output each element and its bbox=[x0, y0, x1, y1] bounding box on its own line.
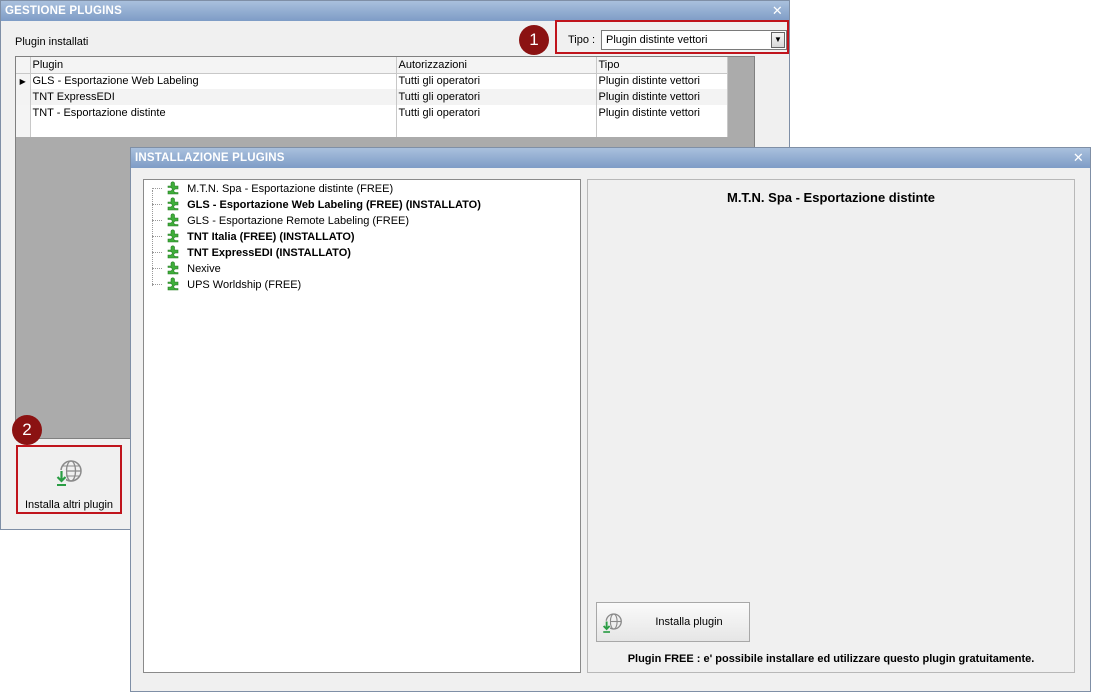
plugin-free-note: Plugin FREE : e' possibile installare ed… bbox=[627, 653, 1035, 665]
column-header-tipo[interactable]: Tipo bbox=[596, 57, 728, 74]
close-icon[interactable]: ✕ bbox=[1073, 148, 1084, 168]
callout-badge-1: 1 bbox=[519, 25, 549, 55]
install-plugin-label: Installa plugin bbox=[655, 616, 723, 628]
cell-empty bbox=[30, 121, 397, 137]
gestione-titlebar: GESTIONE PLUGINS ✕ bbox=[1, 1, 789, 21]
tree-item[interactable]: GLS - Esportazione Web Labeling (FREE) (… bbox=[152, 197, 481, 213]
cell-plugin: GLS - Esportazione Web Labeling bbox=[30, 73, 397, 89]
chevron-down-icon[interactable]: ▼ bbox=[771, 32, 785, 48]
tree-item-label: M.T.N. Spa - Esportazione distinte (FREE… bbox=[187, 183, 394, 195]
tree-item-label: GLS - Esportazione Remote Labeling (FREE… bbox=[187, 215, 410, 227]
tipo-filter-highlight: Tipo : Plugin distinte vettori ▼ bbox=[555, 20, 789, 54]
installazione-titlebar: INSTALLAZIONE PLUGINS ✕ bbox=[131, 148, 1090, 168]
puzzle-icon bbox=[167, 197, 179, 211]
cell-auth: Tutti gli operatori bbox=[396, 73, 597, 89]
plugins-table: Plugin Autorizzazioni Tipo ▶ GLS - Espor… bbox=[16, 57, 728, 137]
table-row[interactable]: ▶ GLS - Esportazione Web Labeling Tutti … bbox=[16, 73, 728, 89]
cell-auth: Tutti gli operatori bbox=[396, 89, 597, 105]
table-row[interactable]: TNT ExpressEDI Tutti gli operatori Plugi… bbox=[16, 89, 728, 105]
tree-item-label: GLS - Esportazione Web Labeling (FREE) (… bbox=[187, 199, 481, 211]
row-selector bbox=[16, 105, 31, 121]
new-row[interactable] bbox=[16, 121, 728, 137]
cell-plugin: TNT ExpressEDI bbox=[30, 89, 397, 105]
installazione-plugins-window: INSTALLAZIONE PLUGINS ✕ M.T.N. Spa - Esp… bbox=[130, 147, 1091, 692]
plugin-detail-title: M.T.N. Spa - Esportazione distinte bbox=[726, 190, 936, 205]
install-more-plugins-button[interactable]: Installa altri plugin bbox=[16, 445, 122, 514]
plugin-detail-panel: M.T.N. Spa - Esportazione distinte Insta… bbox=[587, 179, 1075, 673]
tree-item[interactable]: M.T.N. Spa - Esportazione distinte (FREE… bbox=[152, 181, 393, 197]
tipo-select[interactable]: Plugin distinte vettori ▼ bbox=[601, 30, 787, 50]
puzzle-icon bbox=[167, 213, 179, 227]
close-icon[interactable]: ✕ bbox=[772, 1, 783, 21]
table-row[interactable]: TNT - Esportazione distinte Tutti gli op… bbox=[16, 105, 728, 121]
puzzle-icon bbox=[167, 245, 179, 259]
tree-item-label: TNT Italia (FREE) (INSTALLATO) bbox=[187, 231, 355, 243]
gestione-title: GESTIONE PLUGINS bbox=[5, 5, 122, 17]
puzzle-icon bbox=[167, 277, 179, 291]
column-header-plugin[interactable]: Plugin bbox=[30, 57, 397, 74]
globe-download-icon bbox=[56, 460, 82, 486]
row-selector bbox=[16, 89, 31, 105]
tree-item[interactable]: TNT Italia (FREE) (INSTALLATO) bbox=[152, 229, 355, 245]
cell-empty bbox=[396, 121, 597, 137]
callout-badge-2: 2 bbox=[12, 415, 42, 445]
available-plugins-tree[interactable]: M.T.N. Spa - Esportazione distinte (FREE… bbox=[143, 179, 581, 673]
column-header-autorizzazioni[interactable]: Autorizzazioni bbox=[396, 57, 597, 74]
row-selector bbox=[16, 121, 31, 137]
installed-plugins-label: Plugin installati bbox=[15, 36, 89, 48]
tipo-select-value: Plugin distinte vettori bbox=[606, 34, 708, 46]
install-plugin-button[interactable]: Installa plugin bbox=[596, 602, 750, 642]
tree-item-label: TNT ExpressEDI (INSTALLATO) bbox=[187, 247, 351, 259]
row-header-corner bbox=[16, 57, 31, 74]
puzzle-icon bbox=[167, 261, 179, 275]
cell-auth: Tutti gli operatori bbox=[396, 105, 597, 121]
tree-item-label: UPS Worldship (FREE) bbox=[187, 279, 302, 291]
cell-tipo: Plugin distinte vettori bbox=[596, 89, 728, 105]
cell-tipo: Plugin distinte vettori bbox=[596, 105, 728, 121]
table-header: Plugin Autorizzazioni Tipo bbox=[16, 57, 728, 74]
tree-item[interactable]: TNT ExpressEDI (INSTALLATO) bbox=[152, 245, 351, 261]
cell-tipo: Plugin distinte vettori bbox=[596, 73, 728, 89]
install-more-plugins-label: Installa altri plugin bbox=[24, 499, 114, 511]
puzzle-icon bbox=[167, 229, 179, 243]
tipo-label: Tipo : bbox=[568, 34, 596, 46]
tree-item-label: Nexive bbox=[187, 263, 221, 275]
tree-item[interactable]: UPS Worldship (FREE) bbox=[152, 277, 301, 293]
cell-plugin: TNT - Esportazione distinte bbox=[30, 105, 397, 121]
puzzle-icon bbox=[167, 181, 179, 195]
tree-item[interactable]: Nexive bbox=[152, 261, 221, 277]
installazione-title: INSTALLAZIONE PLUGINS bbox=[135, 152, 285, 164]
cell-empty bbox=[596, 121, 728, 137]
row-pointer-icon: ▶ bbox=[16, 73, 31, 89]
tree-item[interactable]: GLS - Esportazione Remote Labeling (FREE… bbox=[152, 213, 409, 229]
